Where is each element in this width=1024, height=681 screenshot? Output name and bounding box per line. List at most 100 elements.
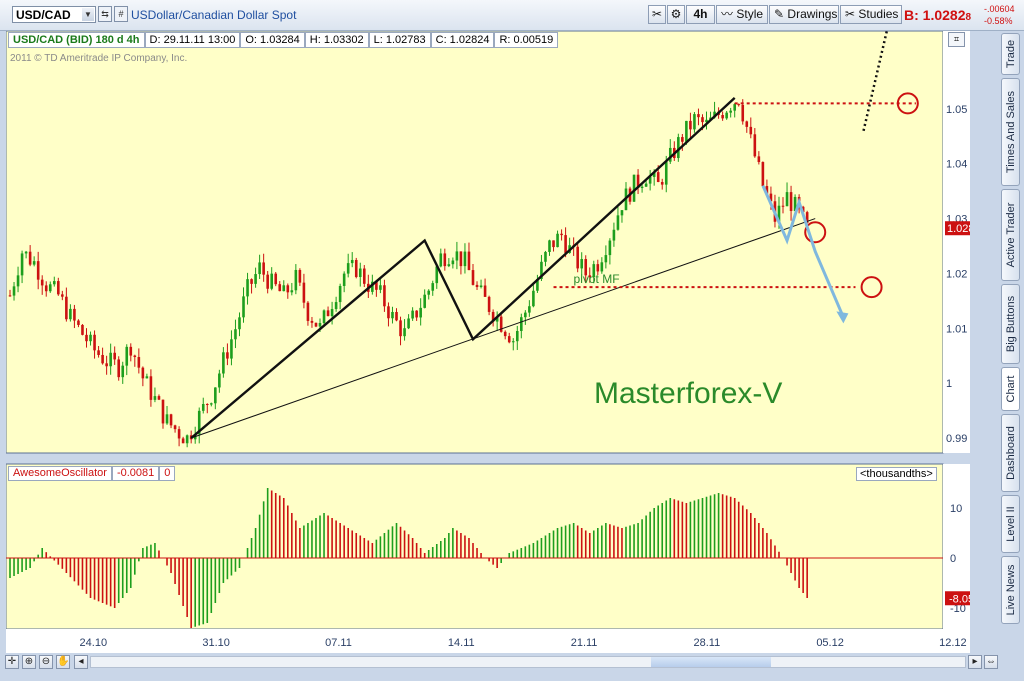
tab-trade-label: Trade <box>1004 39 1017 69</box>
candle-body <box>177 429 181 439</box>
scrollbar-thumb[interactable] <box>651 657 771 667</box>
candle-body <box>117 359 121 378</box>
candle-body <box>427 290 431 295</box>
bid-price: B: 1.02828 <box>904 7 971 23</box>
candle-body <box>326 310 330 317</box>
chart-svg[interactable]: 1.051.041.031.021.0110.99 100-10 24.10 31… <box>6 31 970 675</box>
candle-body <box>419 307 422 318</box>
candle-body <box>399 320 402 337</box>
candle-body <box>544 251 547 262</box>
candle-body <box>153 396 157 400</box>
oscillator-units: <thousandths> <box>856 467 937 481</box>
candle-body <box>483 285 487 297</box>
bid-label: B: <box>904 7 919 23</box>
candle-body <box>48 284 52 292</box>
scroll-right-icon[interactable]: ▸ <box>968 655 982 669</box>
style-label: Style <box>736 7 764 21</box>
tab-level-ii[interactable]: Level II <box>1001 495 1020 553</box>
oscillator-tick-label: 0 <box>950 553 956 565</box>
candle-body <box>431 283 435 291</box>
zoom-out-icon[interactable]: ⊖ <box>39 655 53 669</box>
candle-body <box>52 281 56 285</box>
tab-active-trader[interactable]: Active Trader <box>1001 189 1020 281</box>
symbol-selector[interactable]: USD/CAD ▼ <box>12 6 96 23</box>
tab-live-news-label: Live News <box>1004 564 1017 616</box>
candle-body <box>294 269 298 291</box>
tab-times-and-sales[interactable]: Times And Sales <box>1001 78 1020 186</box>
candle-body <box>479 285 483 288</box>
scroll-left-icon[interactable]: ◂ <box>74 655 88 669</box>
oscillator-value: -0.0081 <box>111 466 160 481</box>
studies-icon: ✂ <box>845 7 856 21</box>
candle-body <box>689 120 692 130</box>
tab-chart[interactable]: Chart <box>1001 367 1020 411</box>
price-tick-label: 1 <box>946 378 952 390</box>
header-close-cell: C: 1.02824 <box>430 32 495 48</box>
candle-body <box>290 290 294 293</box>
candle-body <box>121 365 125 378</box>
pan-hand-icon[interactable]: ✋ <box>56 655 70 669</box>
candle-body <box>532 290 535 307</box>
settings-icon[interactable]: ⚙ <box>667 5 685 24</box>
candle-body <box>467 251 471 271</box>
oscillator-name[interactable]: AwesomeOscillator <box>8 466 112 481</box>
chart-settings-icon[interactable]: ⌗ <box>948 32 965 47</box>
tab-big-buttons-label: Big Buttons <box>1004 295 1017 353</box>
candle-body <box>201 404 205 411</box>
candle-body <box>761 162 765 187</box>
candle-body <box>77 320 80 325</box>
zoom-in-icon[interactable]: ⊕ <box>22 655 36 669</box>
candle-body <box>250 279 253 284</box>
pivot-label: pivot MF <box>574 272 620 286</box>
price-pane[interactable] <box>6 31 944 454</box>
candle-body <box>165 414 169 424</box>
candle-body <box>725 112 728 119</box>
candle-body <box>306 302 310 321</box>
time-scrollbar[interactable] <box>90 656 966 668</box>
pencil-icon: ✎ <box>774 7 785 21</box>
time-tick-label: 07.11 <box>325 637 352 649</box>
candle-body <box>439 253 443 267</box>
candle-body <box>403 328 406 337</box>
tab-trade[interactable]: Trade <box>1001 33 1020 75</box>
chart-area[interactable]: 1.05 1.04 1.03 1.02 1.01 1 0.99 10 0 -10 24.10 31… <box>6 31 970 675</box>
candle-body <box>350 259 354 264</box>
grid-icon[interactable]: # <box>114 6 128 22</box>
crosshair-icon[interactable]: ✛ <box>5 655 19 669</box>
tools-icon[interactable]: ✂ <box>648 5 666 24</box>
candle-body <box>524 312 527 318</box>
drawings-label: Drawings <box>787 7 838 21</box>
candle-body <box>463 251 467 267</box>
candle-body <box>580 259 584 269</box>
drawings-button[interactable]: ✎ Drawings <box>769 5 839 24</box>
candle-body <box>560 233 563 236</box>
time-tick-label: 05.12 <box>816 637 844 649</box>
candle-body <box>753 134 757 157</box>
candle-body <box>681 137 684 142</box>
candle-body <box>487 296 491 312</box>
style-button[interactable]: 〰 Style <box>716 5 768 24</box>
expand-time-icon[interactable]: ⇔ <box>984 655 998 669</box>
candle-body <box>109 352 112 367</box>
time-tick-label: 21.11 <box>571 637 598 649</box>
chevron-down-icon[interactable]: ▼ <box>82 8 94 21</box>
price-tick-label: 1.01 <box>946 323 967 335</box>
candle-body <box>218 373 221 388</box>
aggregation-button[interactable]: 4h <box>686 5 715 24</box>
tab-dashboard[interactable]: Dashboard <box>1001 414 1020 492</box>
candle-body <box>210 403 213 405</box>
candle-body <box>608 240 612 256</box>
link-icon[interactable]: ⇆ <box>98 6 112 22</box>
studies-button[interactable]: ✂ Studies <box>840 5 902 24</box>
header-symbol-cell[interactable]: USD/CAD (BID) 180 d 4h <box>8 32 145 48</box>
tab-dashboard-label: Dashboard <box>1004 426 1017 480</box>
studies-label: Studies <box>858 7 899 21</box>
tab-big-buttons[interactable]: Big Buttons <box>1001 284 1020 364</box>
oscillator-header: AwesomeOscillator -0.0081 0 <box>8 466 176 481</box>
candle-body <box>125 346 129 366</box>
time-tick-label: 14.11 <box>448 637 475 649</box>
candle-body <box>298 269 302 283</box>
candle-body <box>149 376 153 400</box>
symbol-description[interactable]: USDollar/Canadian Dollar Spot <box>131 8 296 22</box>
tab-live-news[interactable]: Live News <box>1001 556 1020 624</box>
